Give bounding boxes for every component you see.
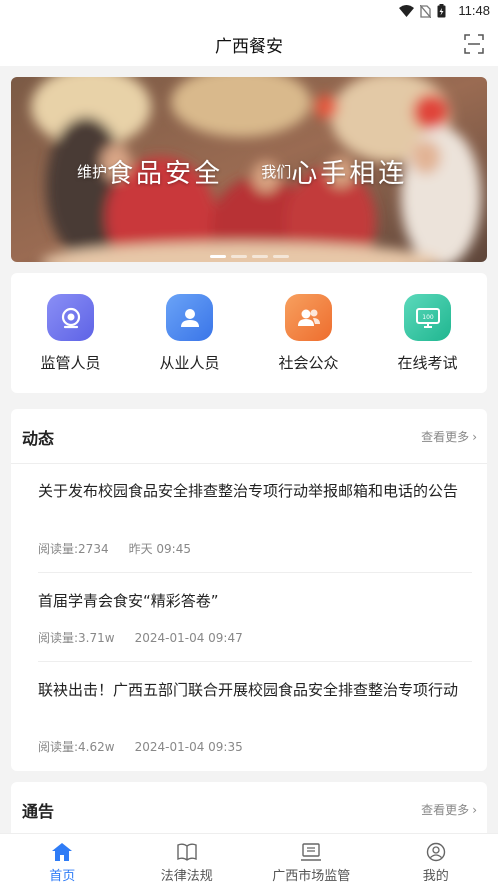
read-label: 阅读量: [38,740,78,754]
read-label: 阅读量: [38,542,78,556]
entry-public[interactable]: 社会公众 [249,273,368,393]
entry-online-exam[interactable]: 100 在线考试 [368,273,487,393]
page-title: 广西餐安 [0,32,498,57]
svg-text:100: 100 [422,314,434,321]
pagination-dot[interactable] [252,255,268,258]
tab-home[interactable]: 首页 [0,834,125,888]
news-header: 动态 查看更多› [11,409,487,464]
pagination-dot[interactable] [210,255,226,258]
battery-icon [437,4,446,18]
read-count: 3.71w [78,631,115,645]
news-meta: 阅读量:2734 昨天 09:45 [38,540,211,557]
entry-label: 社会公众 [278,352,338,373]
promo-banner[interactable]: 维护食品安全 我们心手相连 [11,77,487,262]
notice-header: 通告 查看更多› [11,782,487,836]
banner-slogan: 维护食品安全 我们心手相连 [77,153,407,190]
tab-mine[interactable]: 我的 [374,834,498,888]
tab-laws[interactable]: 法律法规 [125,834,250,888]
quick-entry-panel: 监管人员 从业人员 社会公众 100 在线考试 [11,273,487,393]
slogan-main-1: 食品安全 [107,159,223,189]
pagination-dot[interactable] [273,255,289,258]
group-icon [285,294,332,341]
monitor-icon: 100 [404,294,451,341]
section-title: 通告 [22,798,54,822]
status-bar: 11:48 [0,0,498,24]
bottom-tab-bar: 首页 法律法规 广西市场监管 我的 [0,833,498,888]
screen-icon [300,842,322,862]
news-panel: 动态 查看更多› 关于发布校园食品安全排查整治专项行动举报邮箱和电话的公告 阅读… [11,409,487,771]
tab-label: 广西市场监管 [272,865,350,884]
publish-time: 昨天 09:45 [129,542,191,556]
tab-label: 首页 [49,865,75,884]
news-more-link[interactable]: 查看更多› [421,428,477,445]
wifi-icon [399,5,414,17]
tab-label: 我的 [423,865,449,884]
read-count: 4.62w [78,740,115,754]
entry-practitioner[interactable]: 从业人员 [130,273,249,393]
news-title: 联袂出击！广西五部门联合开展校园食品安全排查整治专项行动 [38,662,472,700]
entry-regulator[interactable]: 监管人员 [11,273,130,393]
news-item[interactable]: 关于发布校园食品安全排查整治专项行动举报邮箱和电话的公告 阅读量:2734 昨天 … [38,464,472,573]
read-count: 2734 [78,542,109,556]
person-icon [166,294,213,341]
entry-label: 在线考试 [397,352,457,373]
pagination-dot[interactable] [231,255,247,258]
slogan-prefix-1: 维护 [77,163,107,181]
read-label: 阅读量: [38,631,78,645]
home-icon [51,842,73,862]
news-meta: 阅读量:4.62w 2024-01-04 09:35 [38,738,263,755]
profile-icon [425,842,447,862]
tab-market-regulation[interactable]: 广西市场监管 [249,834,374,888]
slogan-main-2: 心手相连 [291,159,407,189]
news-title: 首届学青会食安“精彩答卷” [38,573,472,611]
banner-pagination [11,255,487,258]
more-label: 查看更多 [421,430,469,444]
news-meta: 阅读量:3.71w 2024-01-04 09:47 [38,629,263,646]
book-icon [176,842,198,862]
publish-time: 2024-01-04 09:47 [135,631,243,645]
more-label: 查看更多 [421,803,469,817]
entry-label: 监管人员 [40,352,100,373]
no-sim-icon [420,5,431,18]
chevron-right-icon: › [472,803,477,817]
tab-label: 法律法规 [161,865,213,884]
app-bar: 广西餐安 [0,24,498,66]
publish-time: 2024-01-04 09:35 [135,740,243,754]
news-title: 关于发布校园食品安全排查整治专项行动举报邮箱和电话的公告 [38,464,472,501]
slogan-prefix-2: 我们 [261,163,291,181]
camera-icon [47,294,94,341]
entry-label: 从业人员 [159,352,219,373]
section-title: 动态 [22,425,54,449]
news-item[interactable]: 首届学青会食安“精彩答卷” 阅读量:3.71w 2024-01-04 09:47 [38,573,472,662]
status-icons [399,4,446,18]
notice-more-link[interactable]: 查看更多› [421,801,477,818]
scan-icon[interactable] [464,34,484,54]
chevron-right-icon: › [472,430,477,444]
news-item[interactable]: 联袂出击！广西五部门联合开展校园食品安全排查整治专项行动 阅读量:4.62w 20… [38,662,472,770]
status-time: 11:48 [458,3,490,18]
